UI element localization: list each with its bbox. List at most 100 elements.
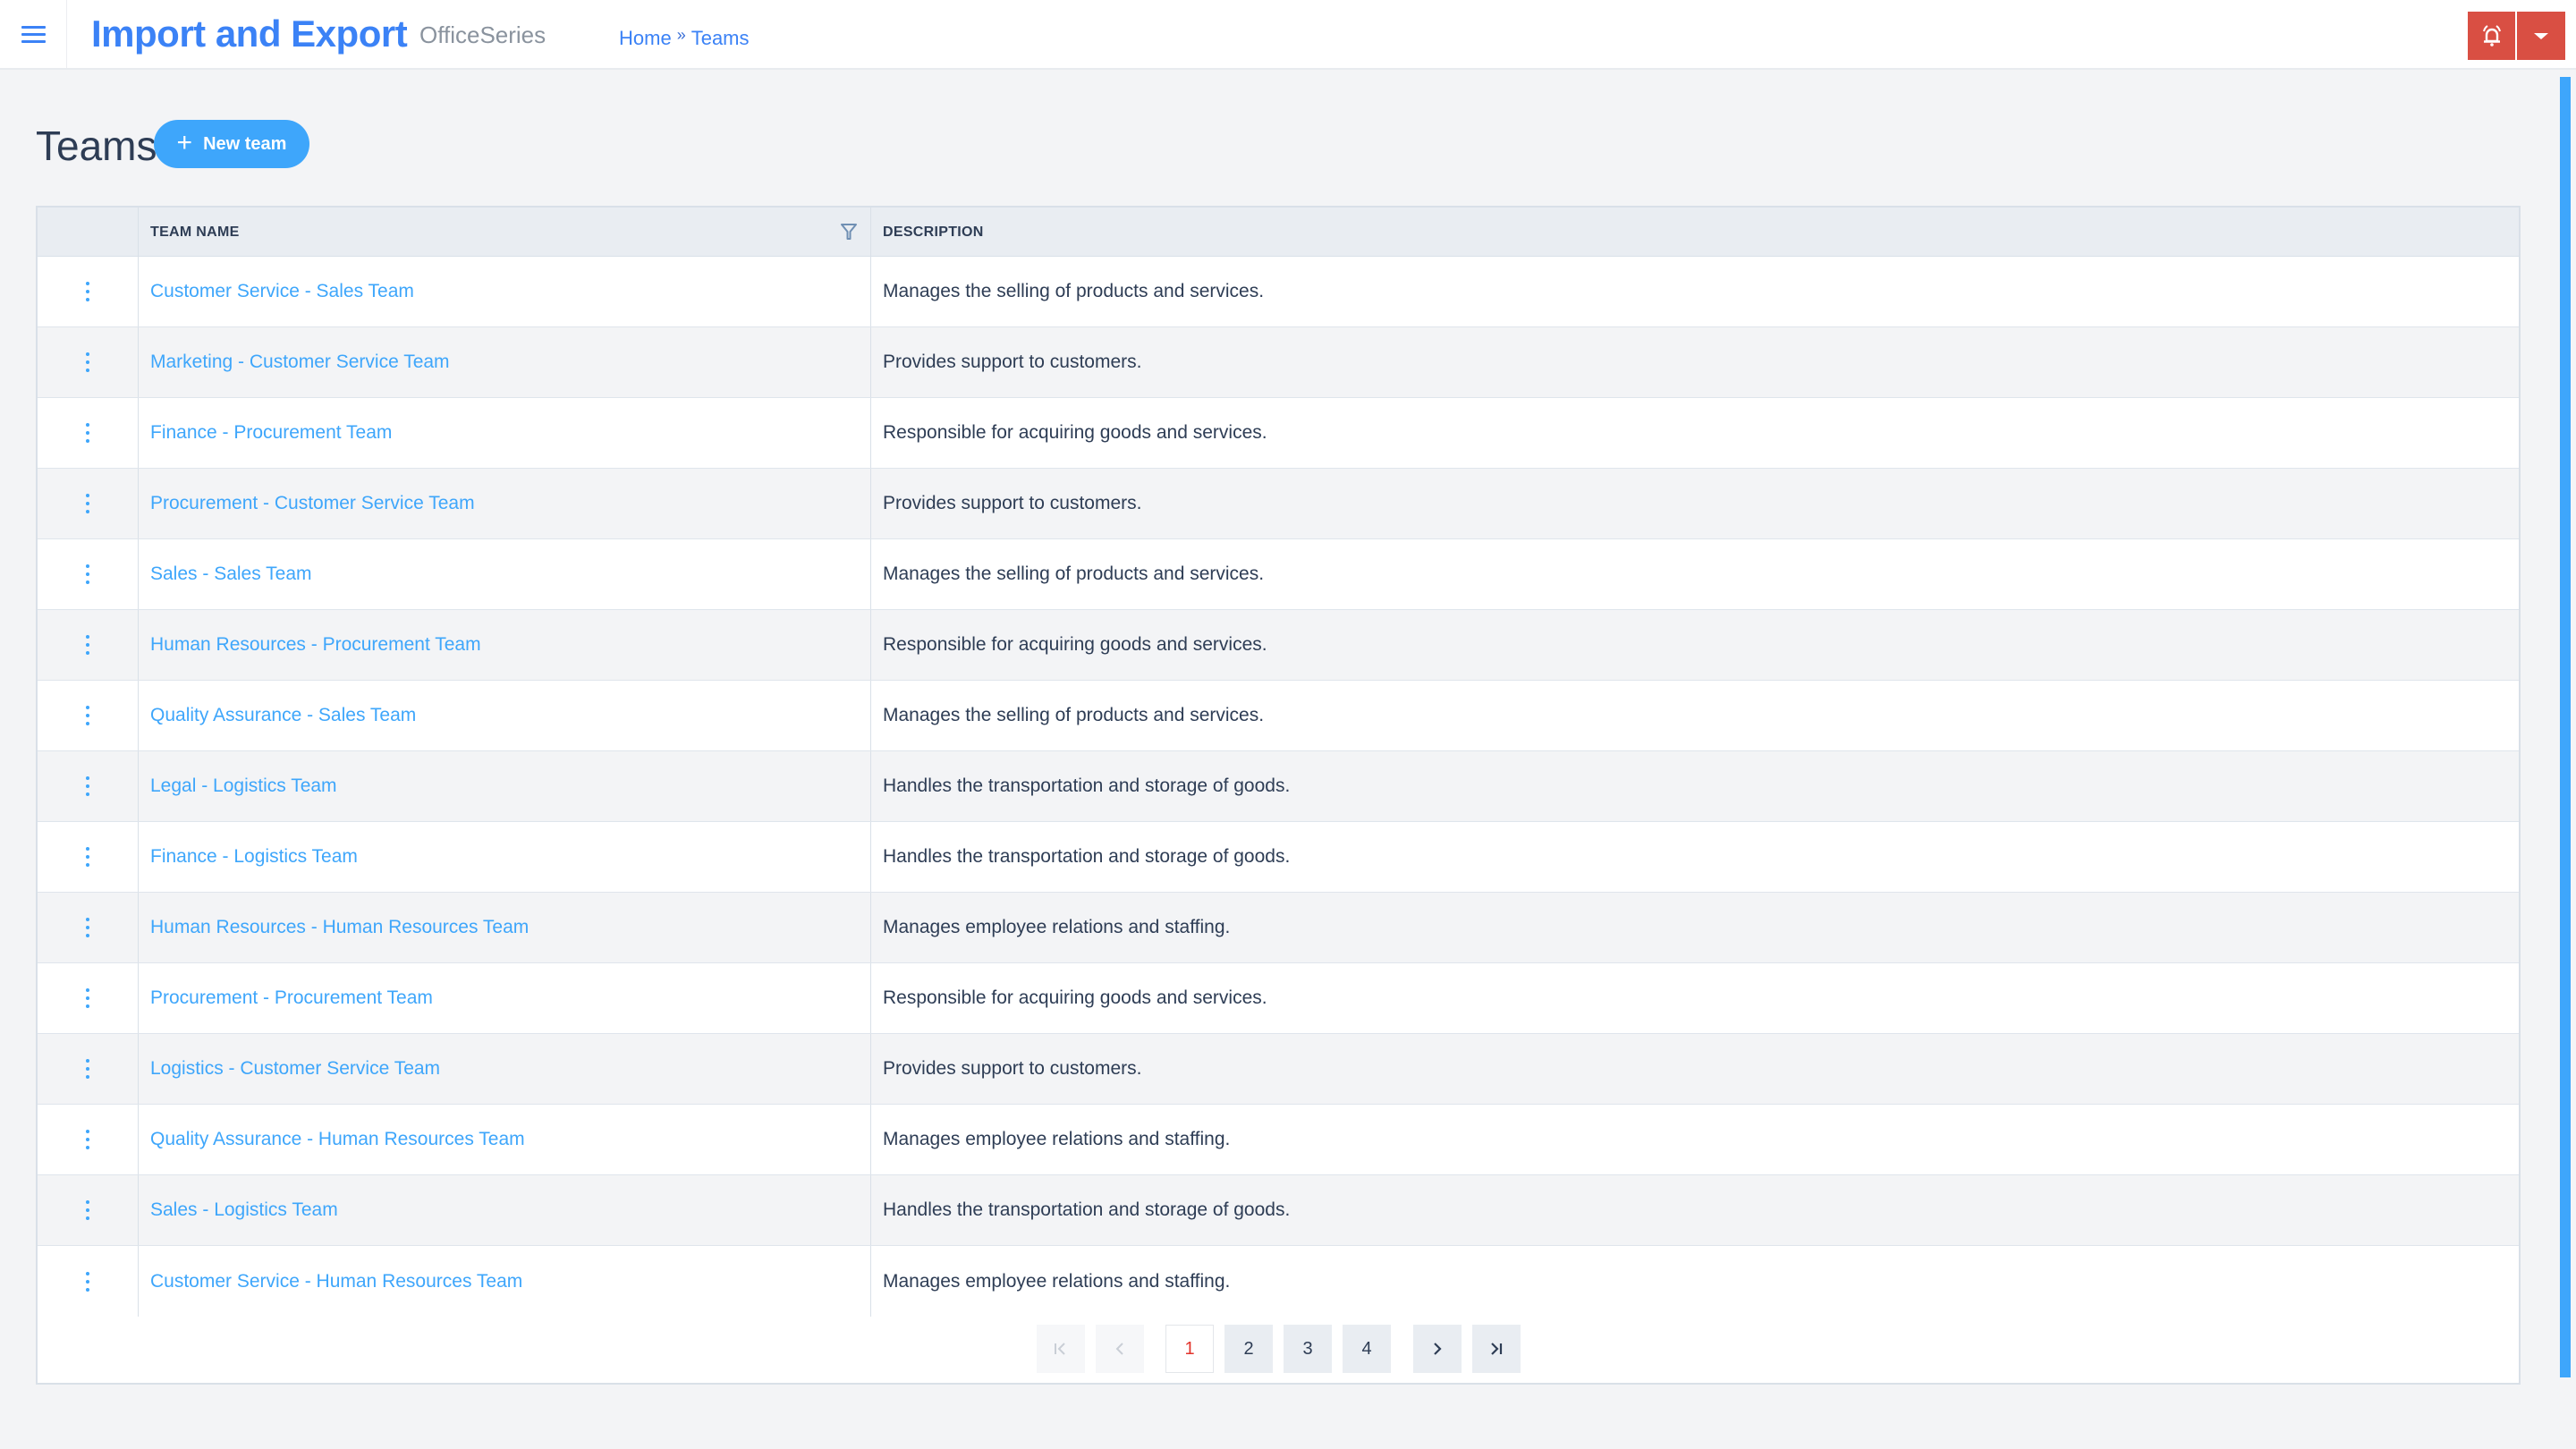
team-name-link[interactable]: Customer Service - Human Resources Team (150, 1271, 522, 1292)
kebab-menu-icon (86, 494, 89, 513)
filter-icon[interactable] (840, 222, 858, 242)
kebab-menu-icon (86, 1059, 89, 1079)
page-button-1[interactable]: 1 (1165, 1325, 1214, 1373)
kebab-menu-icon (86, 918, 89, 937)
team-name-link[interactable]: Quality Assurance - Human Resources Team (150, 1129, 525, 1150)
team-name-link[interactable]: Sales - Sales Team (150, 564, 312, 585)
team-name-link[interactable]: Procurement - Procurement Team (150, 987, 433, 1009)
top-bar: Import and Export OfficeSeries Home » Te… (0, 0, 2576, 70)
team-name-link[interactable]: Human Resources - Human Resources Team (150, 917, 529, 938)
team-name-cell: Sales - Logistics Team (139, 1175, 871, 1245)
table-row: Legal - Logistics Team Handles the trans… (38, 751, 2519, 822)
app-title: Import and Export (91, 13, 408, 55)
team-name-cell: Marketing - Customer Service Team (139, 327, 871, 397)
caret-down-icon (2534, 32, 2548, 39)
row-actions-button[interactable] (38, 822, 139, 892)
column-header-team-name-label: TEAM NAME (150, 224, 240, 240)
last-page-icon (1491, 1343, 1503, 1355)
table-row: Logistics - Customer Service Team Provid… (38, 1034, 2519, 1105)
row-actions-button[interactable] (38, 610, 139, 680)
column-header-actions (38, 208, 139, 257)
team-name-link[interactable]: Quality Assurance - Sales Team (150, 705, 416, 726)
new-team-button[interactable]: + New team (154, 120, 309, 168)
table-row: Procurement - Customer Service Team Prov… (38, 469, 2519, 539)
table-row: Human Resources - Human Resources Team M… (38, 893, 2519, 963)
row-actions-button[interactable] (38, 398, 139, 468)
kebab-menu-icon (86, 423, 89, 443)
team-description-cell: Responsible for acquiring goods and serv… (883, 987, 1267, 1008)
team-description-cell: Responsible for acquiring goods and serv… (883, 634, 1267, 655)
row-actions-button[interactable] (38, 1175, 139, 1245)
row-actions-button[interactable] (38, 257, 139, 326)
team-description-cell: Provides support to customers. (883, 1058, 1142, 1079)
table-row: Quality Assurance - Sales Team Manages t… (38, 681, 2519, 751)
last-page-button[interactable] (1472, 1325, 1521, 1373)
row-actions-button[interactable] (38, 1034, 139, 1104)
team-name-cell: Procurement - Customer Service Team (139, 469, 871, 538)
team-name-link[interactable]: Finance - Logistics Team (150, 846, 358, 868)
table-row: Quality Assurance - Human Resources Team… (38, 1105, 2519, 1175)
next-page-button[interactable] (1413, 1325, 1462, 1373)
user-menu-dropdown-button[interactable] (2517, 12, 2565, 60)
team-name-cell: Human Resources - Procurement Team (139, 610, 871, 680)
team-name-link[interactable]: Marketing - Customer Service Team (150, 352, 450, 373)
first-page-button[interactable] (1037, 1325, 1085, 1373)
breadcrumb-home[interactable]: Home (619, 25, 672, 52)
column-header-team-name[interactable]: TEAM NAME (139, 208, 871, 257)
team-name-cell: Sales - Sales Team (139, 539, 871, 609)
column-header-description: DESCRIPTION (871, 208, 2519, 257)
team-name-cell: Legal - Logistics Team (139, 751, 871, 821)
team-name-link[interactable]: Legal - Logistics Team (150, 775, 337, 797)
row-actions-button[interactable] (38, 681, 139, 750)
team-name-link[interactable]: Sales - Logistics Team (150, 1199, 338, 1221)
table-row: Marketing - Customer Service Team Provid… (38, 327, 2519, 398)
kebab-menu-icon (86, 847, 89, 867)
kebab-menu-icon (86, 988, 89, 1008)
table-header: TEAM NAME DESCRIPTION (38, 208, 2519, 257)
previous-page-button[interactable] (1096, 1325, 1144, 1373)
page-scrollbar[interactable] (2560, 77, 2571, 1377)
row-actions-button[interactable] (38, 1246, 139, 1317)
page-button-2[interactable]: 2 (1224, 1325, 1273, 1373)
kebab-menu-icon (86, 1130, 89, 1149)
team-name-link[interactable]: Procurement - Customer Service Team (150, 493, 475, 514)
team-description-cell: Manages employee relations and staffing. (883, 1129, 1231, 1149)
menu-toggle-button[interactable] (0, 0, 67, 68)
kebab-menu-icon (86, 564, 89, 584)
team-description-cell: Handles the transportation and storage o… (883, 846, 1291, 867)
new-team-button-label: New team (203, 133, 287, 154)
bell-alarm-icon (2482, 25, 2501, 47)
table-row: Customer Service - Sales Team Manages th… (38, 257, 2519, 327)
row-actions-button[interactable] (38, 893, 139, 962)
team-description-cell: Provides support to customers. (883, 493, 1142, 513)
team-description-cell: Responsible for acquiring goods and serv… (883, 422, 1267, 443)
table-row: Procurement - Procurement Team Responsib… (38, 963, 2519, 1034)
team-name-link[interactable]: Customer Service - Sales Team (150, 281, 414, 302)
row-actions-button[interactable] (38, 539, 139, 609)
team-name-link[interactable]: Finance - Procurement Team (150, 422, 392, 444)
teams-table: TEAM NAME DESCRIPTION Customer Service -… (36, 206, 2521, 1385)
kebab-menu-icon (86, 352, 89, 372)
kebab-menu-icon (86, 1200, 89, 1220)
row-actions-button[interactable] (38, 751, 139, 821)
team-description-cell: Handles the transportation and storage o… (883, 1199, 1291, 1220)
team-name-cell: Finance - Logistics Team (139, 822, 871, 892)
notifications-button[interactable] (2468, 12, 2515, 60)
team-name-link[interactable]: Human Resources - Procurement Team (150, 634, 481, 656)
row-actions-button[interactable] (38, 327, 139, 397)
plus-icon: + (176, 128, 193, 157)
page-title: Teams (36, 123, 157, 169)
breadcrumb-separator: » (676, 26, 686, 44)
table-row: Finance - Logistics Team Handles the tra… (38, 822, 2519, 893)
column-header-description-label: DESCRIPTION (883, 224, 984, 240)
team-description-cell: Provides support to customers. (883, 352, 1142, 372)
row-actions-button[interactable] (38, 1105, 139, 1174)
team-name-cell: Customer Service - Human Resources Team (139, 1246, 871, 1317)
row-actions-button[interactable] (38, 963, 139, 1033)
row-actions-button[interactable] (38, 469, 139, 538)
team-description-cell: Manages employee relations and staffing. (883, 1270, 1231, 1292)
page-button-4[interactable]: 4 (1343, 1325, 1391, 1373)
page-button-3[interactable]: 3 (1284, 1325, 1332, 1373)
breadcrumb-teams[interactable]: Teams (691, 25, 750, 52)
team-name-link[interactable]: Logistics - Customer Service Team (150, 1058, 440, 1080)
